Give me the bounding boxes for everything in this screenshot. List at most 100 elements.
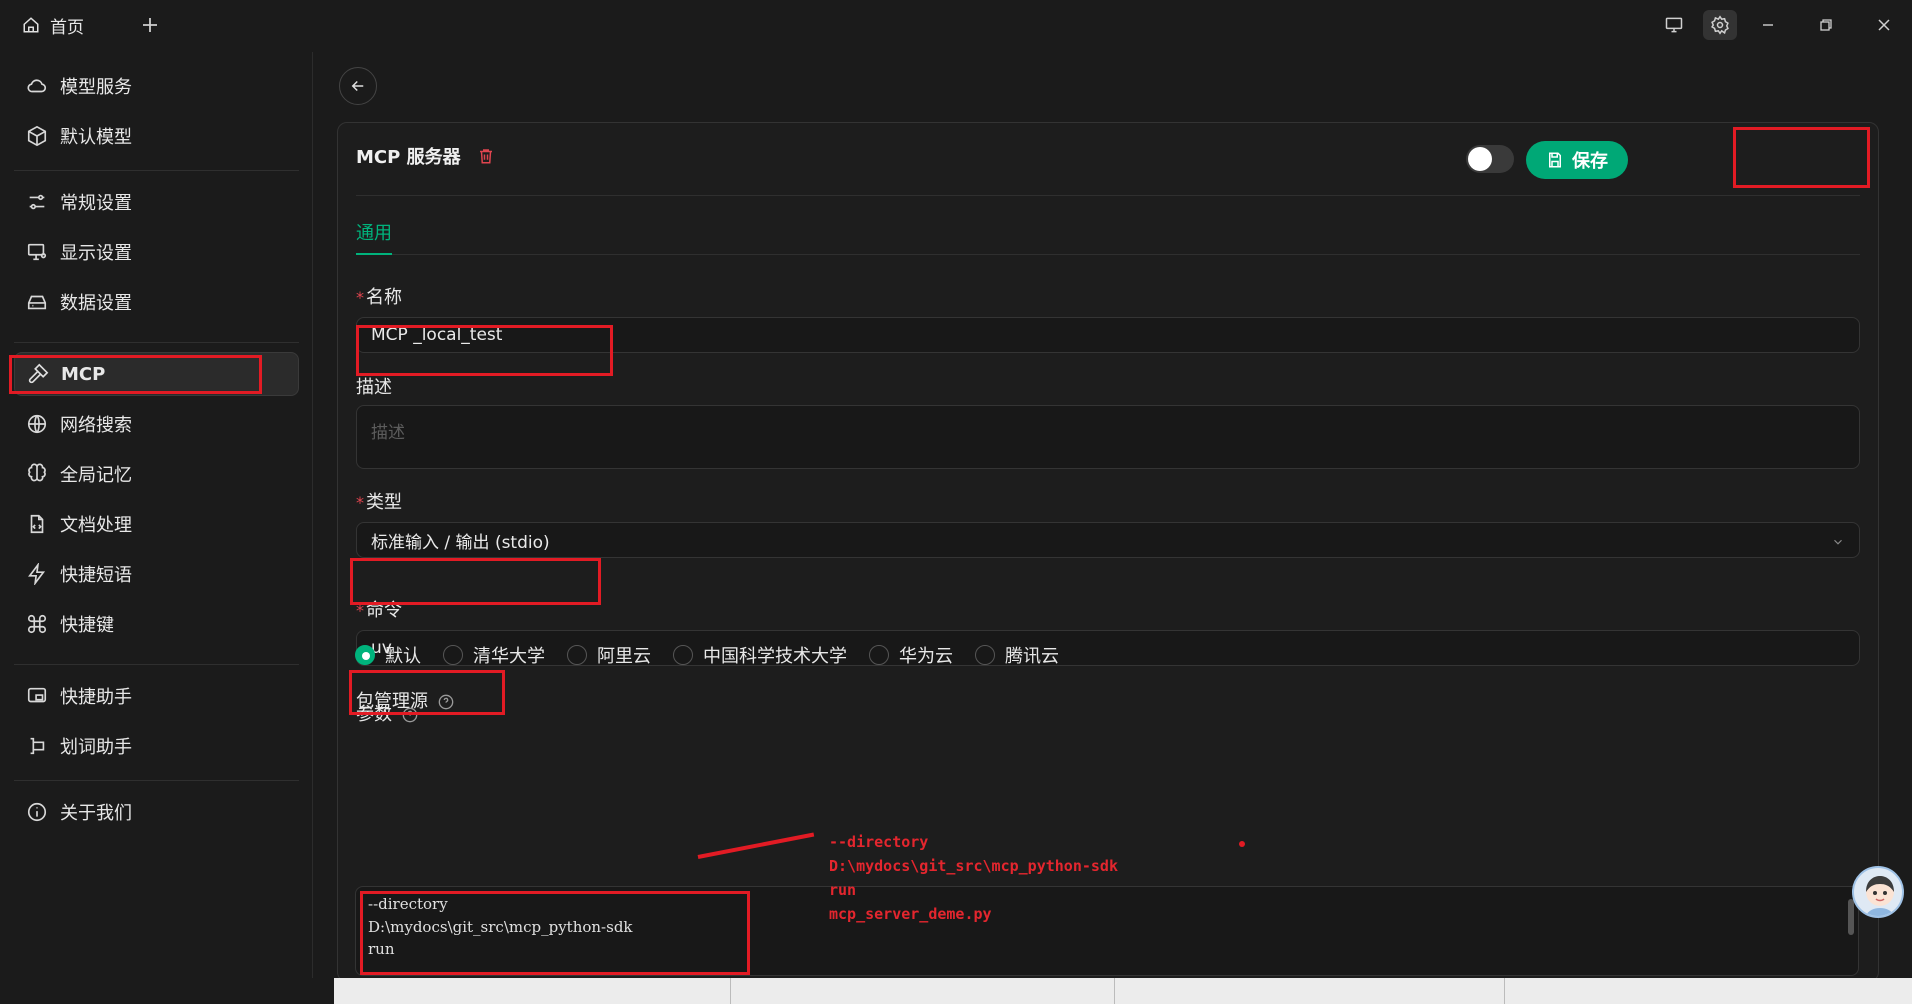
sidebar-item-label: MCP: [61, 363, 106, 385]
sidebar-divider: [14, 664, 299, 665]
sidebar-item-default-model[interactable]: 默认模型: [14, 114, 299, 158]
close-icon[interactable]: [1867, 10, 1901, 40]
sliders-icon: [29, 194, 45, 210]
textarea-scrollbar[interactable]: [1848, 899, 1854, 935]
name-value: MCP _local_test: [371, 325, 503, 345]
tab-home-label: 首页: [50, 17, 84, 38]
sidebar-item-label: 全局记忆: [60, 465, 132, 486]
trash-icon[interactable]: [477, 147, 495, 165]
sidebar-item-shortcuts[interactable]: 快捷键: [14, 602, 299, 646]
help-icon[interactable]: [438, 694, 454, 710]
sidebar-item-web-search[interactable]: 网络搜索: [14, 402, 299, 446]
registry-radio-group: 默认 清华大学 阿里云 中国科学技术大学 华为云 腾讯云: [355, 642, 1059, 668]
back-button[interactable]: [339, 67, 377, 105]
type-select[interactable]: 标准输入 / 输出 (stdio): [356, 522, 1860, 558]
maximize-icon[interactable]: [1809, 10, 1843, 40]
arrow-left-icon: [351, 80, 364, 92]
sidebar-divider: [14, 780, 299, 781]
sidebar-item-global-memory[interactable]: 全局记忆: [14, 452, 299, 496]
args-label: 参数: [356, 700, 418, 726]
assistant-avatar[interactable]: [1852, 866, 1904, 918]
display-settings-icon: [27, 243, 47, 261]
sidebar-item-about[interactable]: 关于我们: [14, 790, 299, 834]
radio-dot: [869, 645, 889, 665]
tab-bar-line: [356, 254, 1860, 255]
radio-ustc[interactable]: 中国科学技术大学: [673, 642, 847, 668]
header-divider: [356, 195, 1860, 196]
radio-dot: [567, 645, 587, 665]
drive-icon: [27, 295, 47, 310]
name-label: * 名称: [356, 287, 402, 308]
type-value: 标准输入 / 输出 (stdio): [371, 532, 550, 553]
tab-general[interactable]: 通用: [356, 219, 392, 245]
sidebar-item-label: 常规设置: [60, 193, 132, 214]
zap-icon: [28, 563, 46, 585]
sidebar-item-quick-assistant[interactable]: 快捷助手: [14, 674, 299, 718]
radio-tencent[interactable]: 腾讯云: [975, 642, 1059, 668]
cube-icon: [27, 125, 47, 147]
sidebar-item-label: 显示设置: [60, 243, 132, 264]
sidebar-item-document-processing[interactable]: 文档处理: [14, 502, 299, 546]
radio-huawei[interactable]: 华为云: [869, 642, 953, 668]
sidebar-item-label: 数据设置: [60, 293, 132, 314]
sidebar-item-data-settings[interactable]: 数据设置: [14, 280, 299, 324]
home-icon: [23, 17, 39, 33]
peek-divider: [1504, 978, 1505, 1004]
command-label: * 命令: [356, 600, 402, 621]
save-icon: [1549, 152, 1561, 168]
radio-dot: [443, 645, 463, 665]
tab-active-indicator: [356, 253, 392, 255]
type-label: * 类型: [356, 492, 402, 513]
sidebar-item-display-settings[interactable]: 显示设置: [14, 230, 299, 274]
hammer-icon: [28, 363, 49, 384]
radio-tsinghua[interactable]: 清华大学: [443, 642, 545, 668]
background-window-strip: [314, 978, 1912, 1004]
peek-edge: [314, 978, 334, 1004]
args-line: run: [368, 940, 395, 958]
sidebar-item-label: 关于我们: [60, 803, 132, 824]
radio-aliyun[interactable]: 阿里云: [567, 642, 651, 668]
sidebar-item-model-service[interactable]: 模型服务: [14, 64, 299, 108]
tab-home[interactable]: 首页: [22, 12, 84, 38]
radio-dot: [975, 645, 995, 665]
settings-sidebar: 模型服务 默认模型 常规设置 显示设置 数据设置 MCP 网络搜索 全局记忆 文…: [0, 52, 313, 978]
sidebar-item-label: 快捷键: [60, 615, 114, 636]
plus-icon[interactable]: [138, 13, 162, 37]
sidebar-item-quick-phrases[interactable]: 快捷短语: [14, 552, 299, 596]
chevron-down-icon: [1834, 539, 1842, 545]
save-label: 保存: [1572, 151, 1608, 172]
radio-dot: [673, 645, 693, 665]
description-field[interactable]: 描述: [356, 405, 1860, 469]
gear-icon[interactable]: [1703, 10, 1737, 40]
sidebar-item-mcp[interactable]: MCP: [14, 352, 299, 396]
monitor-icon[interactable]: [1657, 10, 1691, 40]
radio-default[interactable]: 默认: [355, 642, 421, 668]
toggle-knob: [1468, 147, 1492, 171]
minimize-icon[interactable]: [1751, 10, 1785, 40]
sidebar-item-general-settings[interactable]: 常规设置: [14, 180, 299, 224]
enable-toggle[interactable]: [1466, 145, 1514, 173]
name-field[interactable]: MCP _local_test: [356, 317, 1860, 353]
description-label: 描述: [356, 377, 392, 398]
sidebar-item-label: 快捷短语: [60, 565, 132, 586]
sidebar-item-label: 文档处理: [60, 515, 132, 536]
cloud-icon: [27, 79, 47, 93]
annotation-text: --directory D:\mydocs\git_src\mcp_python…: [829, 833, 1118, 923]
help-icon[interactable]: [402, 707, 418, 723]
document-icon: [30, 514, 44, 534]
sidebar-item-label: 划词助手: [60, 737, 132, 758]
peek-divider: [730, 978, 731, 1004]
description-placeholder: 描述: [371, 423, 405, 443]
sidebar-item-label: 模型服务: [60, 77, 132, 98]
brain-icon: [28, 463, 46, 482]
radio-dot: [355, 645, 375, 665]
sidebar-item-label: 网络搜索: [60, 415, 132, 436]
sidebar-item-label: 快捷助手: [60, 687, 132, 708]
globe-icon: [27, 414, 47, 434]
sidebar-item-selection-assistant[interactable]: 划词助手: [14, 724, 299, 768]
text-select-icon: [30, 737, 45, 755]
save-button[interactable]: 保存: [1526, 141, 1628, 179]
annotation-dot: [1239, 841, 1245, 847]
app-window-icon: [27, 687, 47, 703]
sidebar-divider: [14, 170, 299, 171]
